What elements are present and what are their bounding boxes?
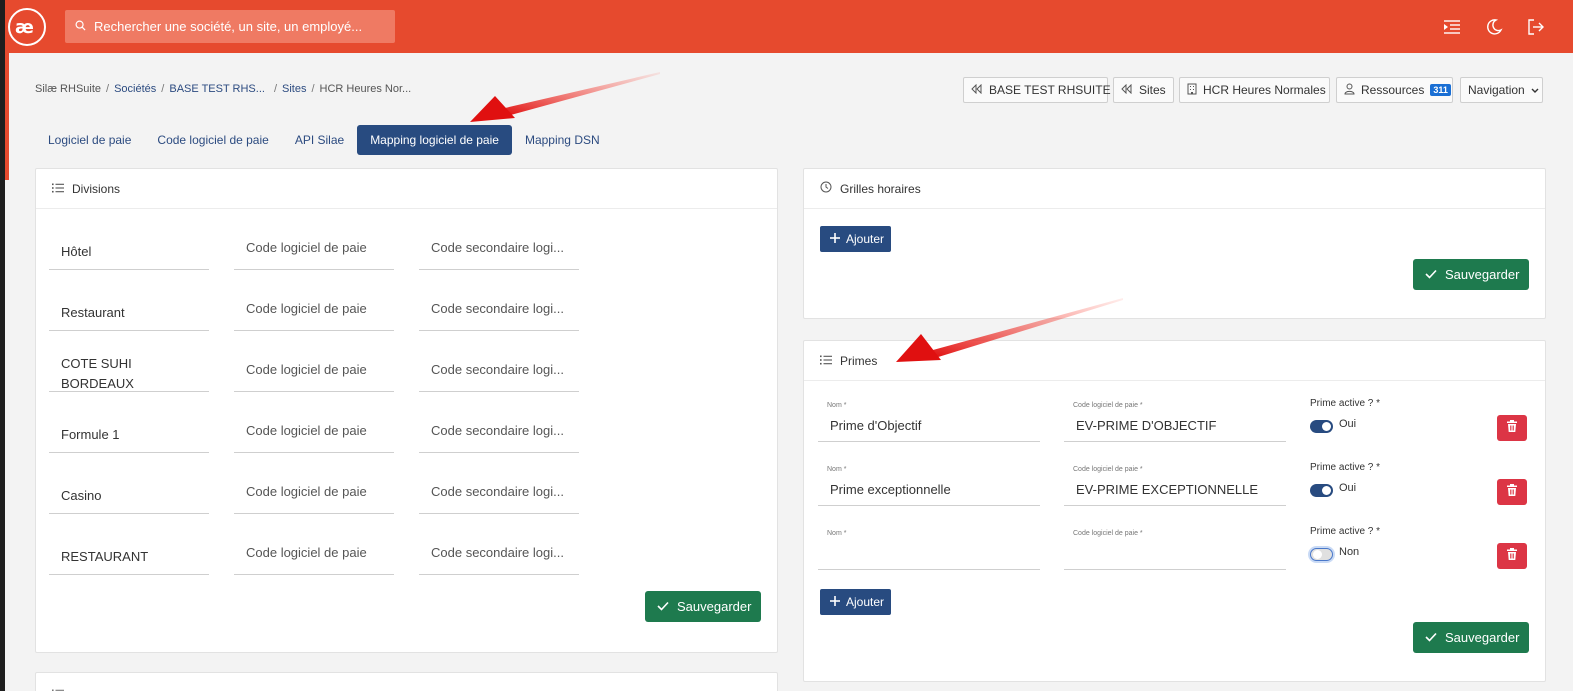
- division-name-field: Restaurant: [49, 287, 209, 331]
- tab-logiciel-de-paie[interactable]: Logiciel de paie: [35, 125, 144, 155]
- division-secondary-code-input[interactable]: Code secondaire logi...: [419, 287, 579, 331]
- plus-icon: [830, 232, 840, 246]
- division-code-input[interactable]: Code logiciel de paie: [234, 409, 394, 453]
- svg-text:æ: æ: [15, 17, 34, 37]
- menu-indent-icon[interactable]: [1441, 16, 1463, 38]
- prime-code-label: Code logiciel de paie *: [1073, 402, 1143, 409]
- clock-icon: [820, 181, 832, 196]
- divisions-save-button[interactable]: Sauvegarder: [645, 591, 761, 622]
- division-name-field: RESTAURANT: [49, 531, 209, 575]
- red-arrow-annotation: [470, 72, 660, 122]
- prime-code-input[interactable]: EV-PRIME EXCEPTIONNELLE: [1064, 474, 1286, 506]
- division-name-field: Casino: [49, 470, 209, 514]
- division-name-field: Hôtel: [49, 226, 209, 270]
- prime-active-state: Oui: [1339, 418, 1357, 430]
- site-shortcut-button[interactable]: HCR Heures Normales: [1179, 77, 1330, 103]
- prime-active-label: Prime active ? *: [1310, 398, 1381, 409]
- division-secondary-code-input[interactable]: Code secondaire logi...: [419, 409, 579, 453]
- list-icon: [820, 354, 832, 368]
- prime-name-label: Nom *: [827, 530, 847, 537]
- prime-active-state: Oui: [1339, 482, 1357, 494]
- check-icon: [1425, 267, 1437, 282]
- prime-code-input[interactable]: [1064, 538, 1286, 570]
- division-code-input[interactable]: Code logiciel de paie: [234, 287, 394, 331]
- prime-active-toggle[interactable]: [1310, 548, 1333, 561]
- left-accent: [5, 53, 9, 180]
- moon-icon[interactable]: [1483, 16, 1505, 38]
- primes-title: Primes: [840, 353, 878, 368]
- resources-count-badge: 311: [1430, 84, 1451, 96]
- prime-name-input[interactable]: Prime d'Objectif: [818, 410, 1040, 442]
- tab-api-silae[interactable]: API Silae: [282, 125, 357, 155]
- division-code-input[interactable]: Code logiciel de paie: [234, 226, 394, 270]
- trash-icon: [1507, 547, 1517, 565]
- division-code-input[interactable]: Code logiciel de paie: [234, 348, 394, 392]
- division-code-input[interactable]: Code logiciel de paie: [234, 470, 394, 514]
- company-shortcut-button[interactable]: BASE TEST RHSUITE: [963, 77, 1111, 103]
- division-code-input[interactable]: Code logiciel de paie: [234, 531, 394, 575]
- trash-icon: [1507, 483, 1517, 501]
- grilles-add-button[interactable]: Ajouter: [820, 226, 891, 252]
- prime-delete-button[interactable]: [1497, 543, 1527, 569]
- division-secondary-code-input[interactable]: Code secondaire logi...: [419, 531, 579, 575]
- plus-icon: [830, 595, 840, 609]
- prime-active-toggle[interactable]: [1310, 484, 1333, 497]
- user-icon: [1344, 83, 1355, 98]
- prime-active-label: Prime active ? *: [1310, 462, 1381, 473]
- prime-code-input[interactable]: EV-PRIME D'OBJECTIF: [1064, 410, 1286, 442]
- prime-delete-button[interactable]: [1497, 415, 1527, 441]
- divisions-title: Divisions: [72, 181, 121, 196]
- prime-active-state: Non: [1339, 546, 1360, 558]
- red-arrow-annotation: [896, 298, 1123, 362]
- next-card: [35, 672, 778, 691]
- building-icon: [1187, 83, 1197, 98]
- prime-name-input[interactable]: [818, 538, 1040, 570]
- list-icon: [52, 182, 64, 196]
- primes-add-button[interactable]: Ajouter: [820, 589, 891, 615]
- prime-active-label: Prime active ? *: [1310, 526, 1381, 537]
- trash-icon: [1507, 419, 1517, 437]
- primes-save-button[interactable]: Sauvegarder: [1413, 622, 1529, 653]
- rewind-icon: [1121, 83, 1133, 97]
- search-box[interactable]: [65, 10, 395, 43]
- prime-code-label: Code logiciel de paie *: [1073, 530, 1143, 537]
- breadcrumb-current: HCR Heures Nor...: [319, 83, 412, 95]
- logo-icon[interactable]: æ: [8, 8, 46, 46]
- rewind-icon: [971, 83, 983, 97]
- breadcrumb-societes[interactable]: Sociétés: [114, 83, 156, 95]
- search-input[interactable]: [94, 19, 384, 34]
- division-secondary-code-input[interactable]: Code secondaire logi...: [419, 470, 579, 514]
- prime-code-label: Code logiciel de paie *: [1073, 466, 1143, 473]
- divisions-header: Divisions: [36, 169, 777, 209]
- breadcrumb-root[interactable]: Silæ RHSuite: [35, 83, 101, 95]
- prime-name-label: Nom *: [827, 466, 847, 473]
- prime-name-label: Nom *: [827, 402, 847, 409]
- list-icon: [52, 686, 64, 691]
- prime-name-input[interactable]: Prime exceptionnelle: [818, 474, 1040, 506]
- breadcrumb-company[interactable]: BASE TEST RHS...: [169, 83, 265, 95]
- chevron-down-icon: [1531, 83, 1539, 97]
- check-icon: [657, 599, 669, 614]
- check-icon: [1425, 630, 1437, 645]
- prime-delete-button[interactable]: [1497, 479, 1527, 505]
- tab-code-logiciel-de-paie[interactable]: Code logiciel de paie: [144, 125, 281, 155]
- division-secondary-code-input[interactable]: Code secondaire logi...: [419, 226, 579, 270]
- resources-button[interactable]: Ressources 311: [1336, 77, 1453, 103]
- division-secondary-code-input[interactable]: Code secondaire logi...: [419, 348, 579, 392]
- app-frame: æ Silæ RHSuite/Sociétés/BASE TEST RHS...…: [5, 0, 1573, 691]
- search-icon: [75, 18, 86, 36]
- breadcrumb-sites[interactable]: Sites: [282, 83, 306, 95]
- grilles-header: Grilles horaires: [804, 169, 1545, 209]
- logout-icon[interactable]: [1525, 16, 1547, 38]
- breadcrumb: Silæ RHSuite / Sociétés / BASE TEST RHS... / S…: [35, 83, 412, 95]
- division-name-field: Formule 1: [49, 409, 209, 453]
- prime-active-toggle[interactable]: [1310, 420, 1333, 433]
- grilles-save-button[interactable]: Sauvegarder: [1413, 259, 1529, 290]
- top-bar: æ: [5, 0, 1573, 53]
- navigation-dropdown[interactable]: Navigation: [1460, 77, 1543, 103]
- division-name-field: COTE SUHI BORDEAUX: [49, 348, 209, 392]
- grilles-title: Grilles horaires: [840, 181, 921, 196]
- sites-shortcut-button[interactable]: Sites: [1113, 77, 1174, 103]
